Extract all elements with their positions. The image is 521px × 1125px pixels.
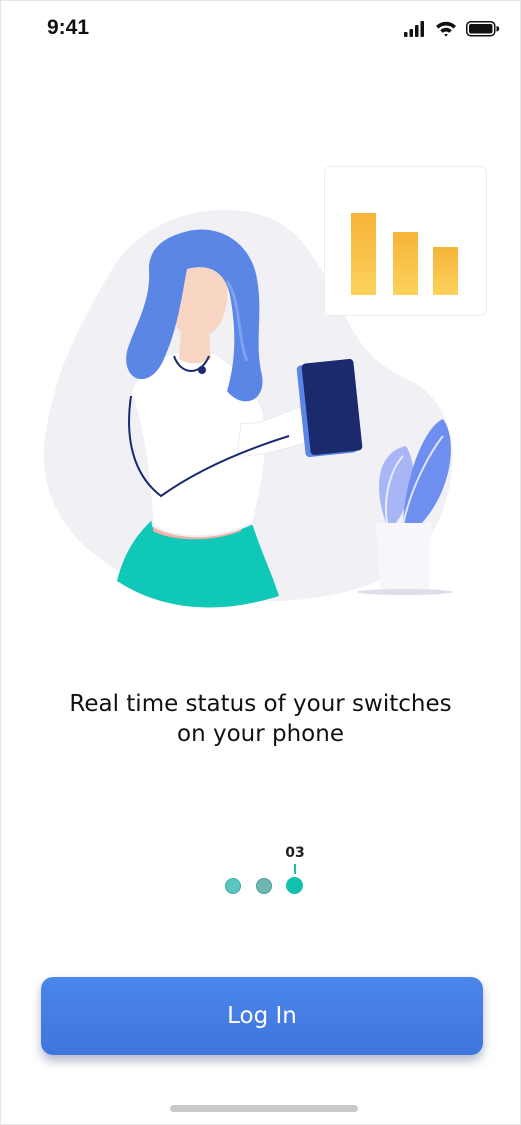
status-time: 9:41 bbox=[47, 16, 90, 39]
page-dot-3-active[interactable] bbox=[286, 877, 303, 894]
login-button-label: Log In bbox=[227, 1003, 297, 1029]
login-button[interactable]: Log In bbox=[41, 977, 483, 1055]
wifi-icon bbox=[436, 21, 456, 37]
page-dot-2[interactable] bbox=[256, 878, 272, 894]
caption-line-2: on your phone bbox=[177, 721, 344, 747]
page-pointer bbox=[294, 864, 296, 874]
battery-icon bbox=[466, 21, 500, 37]
status-bar: 9:41 bbox=[1, 1, 520, 57]
bar-short bbox=[433, 247, 458, 295]
status-icons bbox=[404, 19, 500, 39]
bar-tall bbox=[351, 213, 376, 295]
caption-line-1: Real time status of your switches bbox=[69, 691, 452, 717]
cellular-signal-icon bbox=[404, 21, 424, 37]
chart-card bbox=[324, 166, 487, 316]
current-page-number: 03 bbox=[285, 845, 305, 861]
bar-medium bbox=[393, 232, 418, 295]
page-indicator: 03 bbox=[219, 845, 319, 905]
onboarding-caption: Real time status of your switches on you… bbox=[1, 689, 520, 749]
page-dot-1[interactable] bbox=[225, 878, 241, 894]
phone-screen: 9:41 Real time status of your switches o… bbox=[0, 0, 521, 1125]
home-indicator[interactable] bbox=[170, 1105, 358, 1112]
woman-holding-tablet-illustration bbox=[31, 151, 501, 621]
